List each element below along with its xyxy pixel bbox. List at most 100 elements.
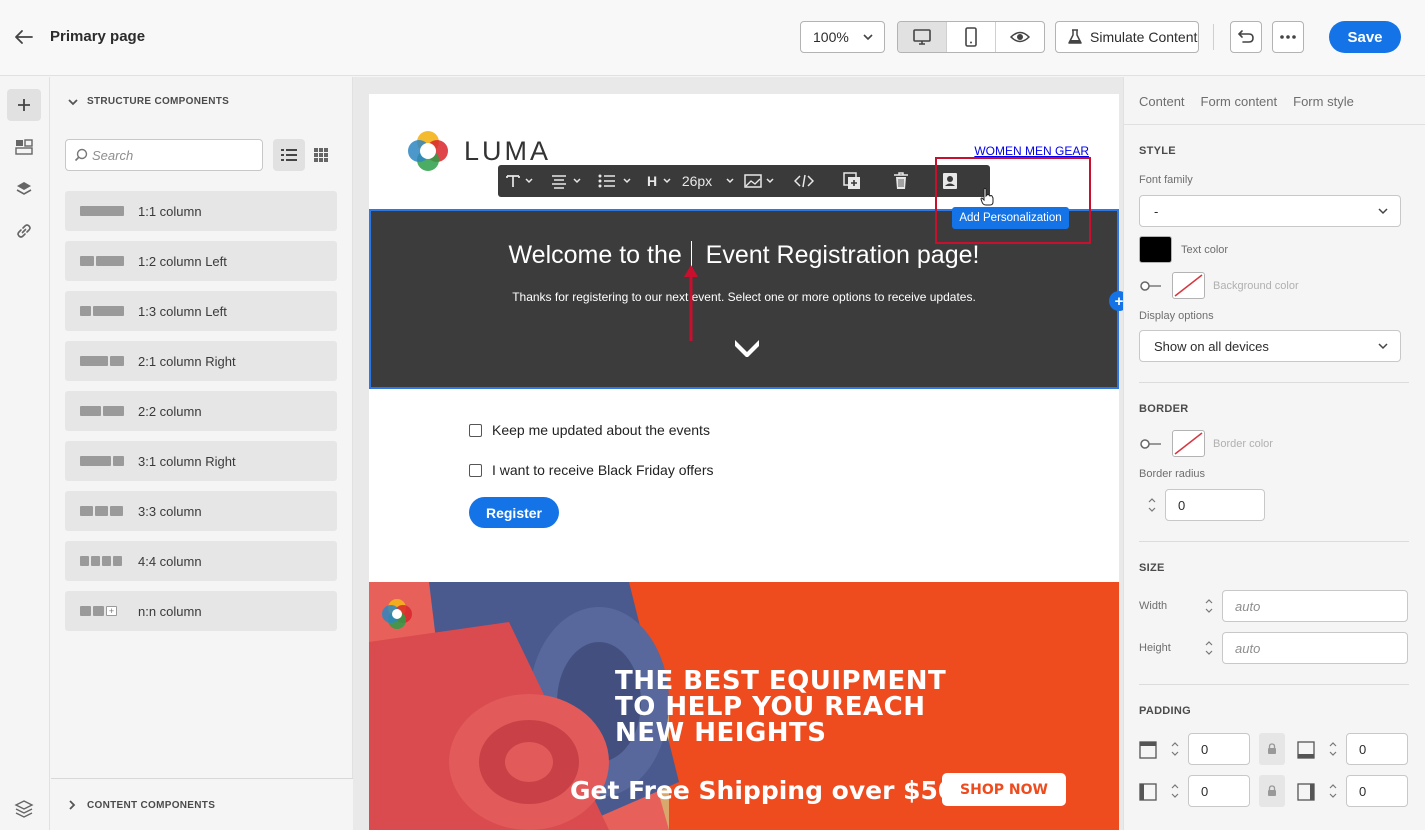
- preview-button[interactable]: [996, 22, 1044, 52]
- padding-bottom-input[interactable]: 0: [1346, 733, 1408, 765]
- undo-button[interactable]: [1230, 21, 1262, 53]
- padding-lock-vertical[interactable]: [1259, 733, 1285, 765]
- hero-subtitle[interactable]: Thanks for registering to our next event…: [371, 290, 1117, 304]
- search-input[interactable]: Search: [65, 139, 263, 171]
- style-heading: STYLE: [1139, 145, 1176, 157]
- annotation-arrow-icon: [684, 265, 698, 341]
- hero-title-part1: Welcome to the: [508, 241, 682, 269]
- border-radius-stepper[interactable]: [1139, 489, 1165, 521]
- device-preview-group: [897, 21, 1045, 53]
- component-1-2-column-left[interactable]: 1:2 column Left: [65, 241, 337, 281]
- width-stepper[interactable]: [1196, 590, 1222, 622]
- list-view-button[interactable]: [273, 139, 305, 171]
- banner-headline-3: NEW HEIGHTS: [615, 718, 827, 748]
- desktop-view-button[interactable]: [898, 22, 947, 52]
- chevron-down-icon: [726, 178, 734, 184]
- settings-layers-icon[interactable]: [14, 800, 34, 823]
- image-button[interactable]: [738, 165, 782, 197]
- padding-left-input[interactable]: 0: [1188, 775, 1250, 807]
- more-options-button[interactable]: [1272, 21, 1304, 53]
- option-black-friday-checkbox[interactable]: I want to receive Black Friday offers: [469, 462, 714, 478]
- mobile-view-button[interactable]: [947, 22, 996, 52]
- component-2-1-column-right[interactable]: 2:1 column Right: [65, 341, 337, 381]
- add-block-handle[interactable]: +: [1109, 291, 1123, 311]
- component-label: 1:3 column Left: [138, 303, 227, 319]
- shop-now-button[interactable]: SHOP NOW: [942, 773, 1066, 806]
- search-placeholder: Search: [92, 147, 134, 163]
- duplicate-icon: [843, 172, 860, 189]
- display-options-label: Display options: [1139, 310, 1214, 322]
- background-toggle[interactable]: [1139, 280, 1163, 292]
- padding-right-stepper[interactable]: [1320, 775, 1346, 807]
- simulate-content-button[interactable]: Simulate Content: [1055, 21, 1199, 53]
- component-3-1-column-right[interactable]: 3:1 column Right: [65, 441, 337, 481]
- duplicate-button[interactable]: [826, 165, 878, 197]
- banner-headline-1: THE BEST EQUIPMENT: [615, 666, 947, 696]
- column-layout-icon: [80, 506, 124, 516]
- height-input[interactable]: auto: [1222, 632, 1408, 664]
- component-label: 1:2 column Left: [138, 253, 227, 269]
- promo-banner[interactable]: THE BEST EQUIPMENT TO HELP YOU REACH NEW…: [369, 582, 1119, 830]
- border-heading: BORDER: [1139, 403, 1189, 415]
- component-4-4-column[interactable]: 4:4 column: [65, 541, 337, 581]
- text-color-swatch[interactable]: [1139, 236, 1172, 263]
- checkbox[interactable]: [469, 463, 482, 477]
- component-3-3-column[interactable]: 3:3 column: [65, 491, 337, 531]
- padding-top-stepper[interactable]: [1162, 733, 1188, 765]
- fragments-button[interactable]: [7, 131, 41, 163]
- divider: [1139, 684, 1409, 685]
- left-rail: [0, 77, 50, 830]
- width-input[interactable]: auto: [1222, 590, 1408, 622]
- layers-button[interactable]: [7, 173, 41, 205]
- column-layout-icon: [80, 406, 124, 416]
- list-button[interactable]: [590, 165, 640, 197]
- register-button[interactable]: Register: [469, 497, 559, 528]
- component-2-2-column[interactable]: 2:2 column: [65, 391, 337, 431]
- font-size-button[interactable]: 26px: [678, 165, 738, 197]
- content-components-header[interactable]: CONTENT COMPONENTS: [67, 799, 215, 811]
- heading-button[interactable]: H: [640, 165, 678, 197]
- tab-form-content[interactable]: Form content: [1201, 94, 1278, 109]
- border-color-swatch[interactable]: [1172, 430, 1205, 457]
- grid-view-button[interactable]: [308, 139, 334, 171]
- option-events-checkbox[interactable]: Keep me updated about the events: [469, 422, 710, 438]
- grid-icon: [314, 148, 328, 162]
- border-radius-input[interactable]: 0: [1165, 489, 1265, 521]
- text-style-button[interactable]: [498, 165, 542, 197]
- back-arrow-icon[interactable]: [12, 26, 36, 48]
- html-code-button[interactable]: [782, 165, 826, 197]
- add-components-button[interactable]: [7, 89, 41, 121]
- align-button[interactable]: [542, 165, 590, 197]
- chevron-down-icon: [663, 178, 671, 184]
- zoom-select[interactable]: 100%: [800, 21, 885, 53]
- border-radius-label: Border radius: [1139, 468, 1206, 480]
- layers-icon: [16, 182, 32, 195]
- tab-content[interactable]: Content: [1139, 94, 1185, 109]
- padding-top-input[interactable]: 0: [1188, 733, 1250, 765]
- simulate-label: Simulate Content: [1090, 29, 1198, 45]
- padding-right-input[interactable]: 0: [1346, 775, 1408, 807]
- font-size-value: 26px: [681, 173, 713, 189]
- component-1-3-column-left[interactable]: 1:3 column Left: [65, 291, 337, 331]
- structure-components-header[interactable]: STRUCTURE COMPONENTS: [67, 96, 229, 107]
- hand-cursor-icon: [980, 188, 994, 206]
- background-color-swatch[interactable]: [1172, 272, 1205, 299]
- hero-title[interactable]: Welcome to the Event Registration page!: [371, 241, 1117, 270]
- component-n-n-column[interactable]: + n:n column: [65, 591, 337, 631]
- height-stepper[interactable]: [1196, 632, 1222, 664]
- chevron-down-icon: [1148, 507, 1156, 512]
- padding-left-stepper[interactable]: [1162, 775, 1188, 807]
- delete-button[interactable]: [878, 165, 924, 197]
- email-nav-links[interactable]: WOMEN MEN GEAR: [974, 144, 1089, 158]
- tab-form-style[interactable]: Form style: [1293, 94, 1354, 109]
- links-button[interactable]: [7, 215, 41, 247]
- font-family-select[interactable]: -: [1139, 195, 1401, 227]
- border-toggle[interactable]: [1139, 438, 1163, 450]
- checkbox[interactable]: [469, 423, 482, 437]
- component-1-1-column[interactable]: 1:1 column: [65, 191, 337, 231]
- size-heading: SIZE: [1139, 562, 1165, 574]
- padding-bottom-stepper[interactable]: [1320, 733, 1346, 765]
- padding-lock-horizontal[interactable]: [1259, 775, 1285, 807]
- save-button[interactable]: Save: [1329, 21, 1401, 53]
- display-options-select[interactable]: Show on all devices: [1139, 330, 1401, 362]
